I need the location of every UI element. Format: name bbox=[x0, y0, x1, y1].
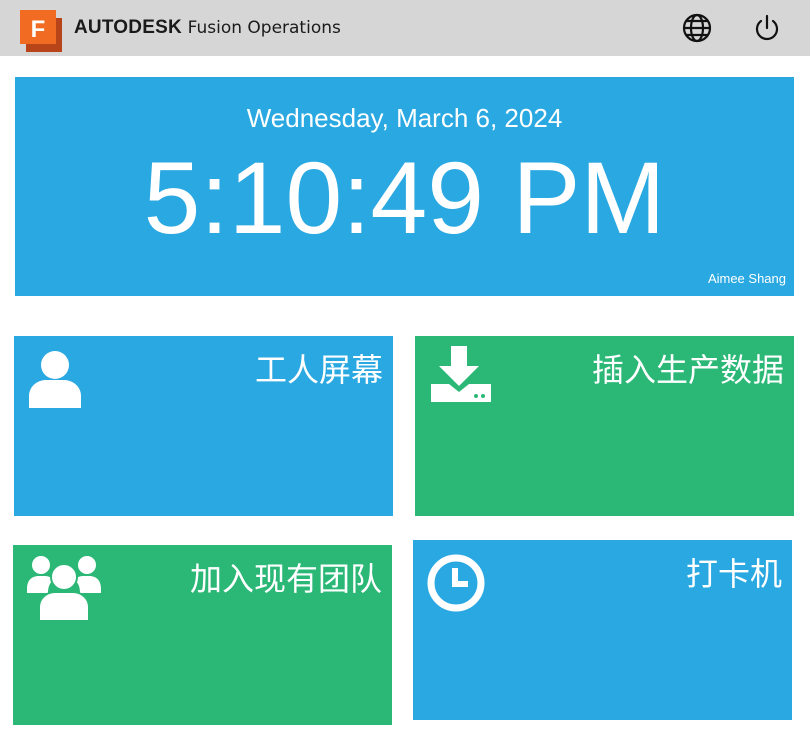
current-time: 5:10:49 PM bbox=[143, 141, 666, 255]
tile-label: 打卡机 bbox=[685, 555, 782, 593]
tile-insert-production-data[interactable]: 插入生产数据 bbox=[415, 336, 794, 516]
brand-bold: AUTODESK bbox=[74, 17, 182, 38]
tile-join-existing-team[interactable]: 加入现有团队 bbox=[13, 545, 392, 725]
power-icon[interactable] bbox=[751, 12, 783, 44]
globe-icon[interactable] bbox=[681, 12, 713, 44]
brand-product: Fusion Operations bbox=[187, 18, 341, 38]
brand-title: AUTODESK Fusion Operations bbox=[74, 16, 341, 40]
svg-text:F: F bbox=[31, 16, 46, 43]
tile-label: 加入现有团队 bbox=[189, 560, 382, 598]
tile-label: 工人屏幕 bbox=[254, 351, 383, 389]
download-icon bbox=[429, 346, 493, 408]
current-date: Wednesday, March 6, 2024 bbox=[246, 103, 563, 133]
top-bar: F AUTODESK Fusion Operations bbox=[0, 0, 810, 56]
clock-icon bbox=[427, 554, 485, 616]
tile-worker-screen[interactable]: 工人屏幕 bbox=[14, 336, 393, 516]
tile-time-clock[interactable]: 打卡机 bbox=[413, 540, 792, 720]
fusion-logo-icon: F bbox=[20, 10, 62, 52]
clock-panel: Wednesday, March 6, 2024 5:10:49 PM Aime… bbox=[15, 77, 794, 296]
user-icon bbox=[28, 350, 82, 412]
user-name: Aimee Shang bbox=[707, 271, 786, 286]
tile-label: 插入生产数据 bbox=[591, 351, 784, 389]
group-icon bbox=[27, 555, 101, 625]
